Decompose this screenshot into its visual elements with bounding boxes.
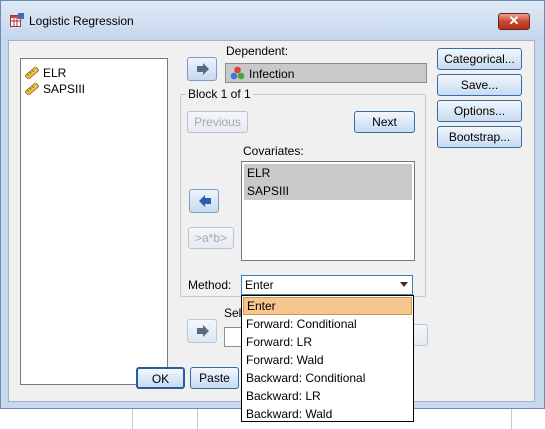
method-option[interactable]: Forward: Wald — [243, 351, 412, 369]
chevron-down-icon — [400, 282, 408, 287]
grid-line — [197, 409, 198, 429]
save-button[interactable]: Save... — [437, 74, 522, 96]
arrow-right-icon — [197, 63, 209, 75]
block-title: Block 1 of 1 — [186, 87, 253, 101]
window-title: Logistic Regression — [29, 14, 134, 28]
categorical-button[interactable]: Categorical... — [437, 48, 522, 70]
scale-variable-icon — [25, 67, 39, 79]
source-variable-list[interactable]: ELR SAPSIII — [20, 58, 168, 385]
nominal-variable-icon — [230, 66, 245, 80]
list-item-label: ELR — [43, 66, 67, 80]
ok-button[interactable]: OK — [136, 367, 185, 389]
title-bar: Logistic Regression ✕ — [1, 1, 544, 41]
interaction-button[interactable]: >a*b> — [188, 227, 234, 249]
method-option[interactable]: Backward: LR — [243, 387, 412, 405]
method-option[interactable]: Forward: Conditional — [243, 315, 412, 333]
dependent-value: Infection — [249, 67, 295, 81]
method-select[interactable]: Enter — [241, 275, 413, 295]
selection-label: Sel — [224, 306, 242, 320]
bootstrap-button[interactable]: Bootstrap... — [437, 126, 522, 148]
close-icon: ✕ — [508, 13, 520, 28]
covariate-item[interactable]: ELR — [244, 164, 412, 182]
method-label: Method: — [188, 278, 232, 292]
rule-button[interactable] — [412, 324, 428, 346]
app-icon — [10, 13, 24, 27]
move-to-dependent-button[interactable] — [187, 57, 217, 81]
covariates-list[interactable]: ELR SAPSIII — [241, 161, 415, 261]
covariates-label: Covariates: — [243, 144, 304, 158]
method-option[interactable]: Forward: LR — [243, 333, 412, 351]
grid-line — [132, 409, 133, 429]
grid-line — [511, 409, 512, 429]
dependent-label: Dependent: — [226, 44, 289, 58]
arrow-right-icon — [197, 325, 209, 337]
list-item-label: SAPSIII — [43, 82, 86, 96]
arrow-left-icon — [199, 195, 211, 207]
options-button[interactable]: Options... — [437, 100, 522, 122]
method-option[interactable]: Enter — [243, 297, 412, 315]
move-selection-button[interactable] — [187, 319, 217, 343]
scale-variable-icon — [25, 83, 39, 95]
move-covariate-button[interactable] — [189, 189, 219, 213]
close-button[interactable]: ✕ — [498, 13, 530, 30]
method-dropdown[interactable]: Enter Forward: Conditional Forward: LR F… — [241, 295, 414, 422]
next-button[interactable]: Next — [354, 111, 415, 133]
method-option[interactable]: Backward: Wald — [243, 405, 412, 423]
method-value: Enter — [245, 278, 274, 292]
covariate-item[interactable]: SAPSIII — [244, 182, 412, 200]
previous-button[interactable]: Previous — [187, 111, 248, 133]
dependent-field[interactable]: Infection — [225, 63, 427, 83]
method-option[interactable]: Backward: Conditional — [243, 369, 412, 387]
paste-button[interactable]: Paste — [190, 367, 239, 389]
